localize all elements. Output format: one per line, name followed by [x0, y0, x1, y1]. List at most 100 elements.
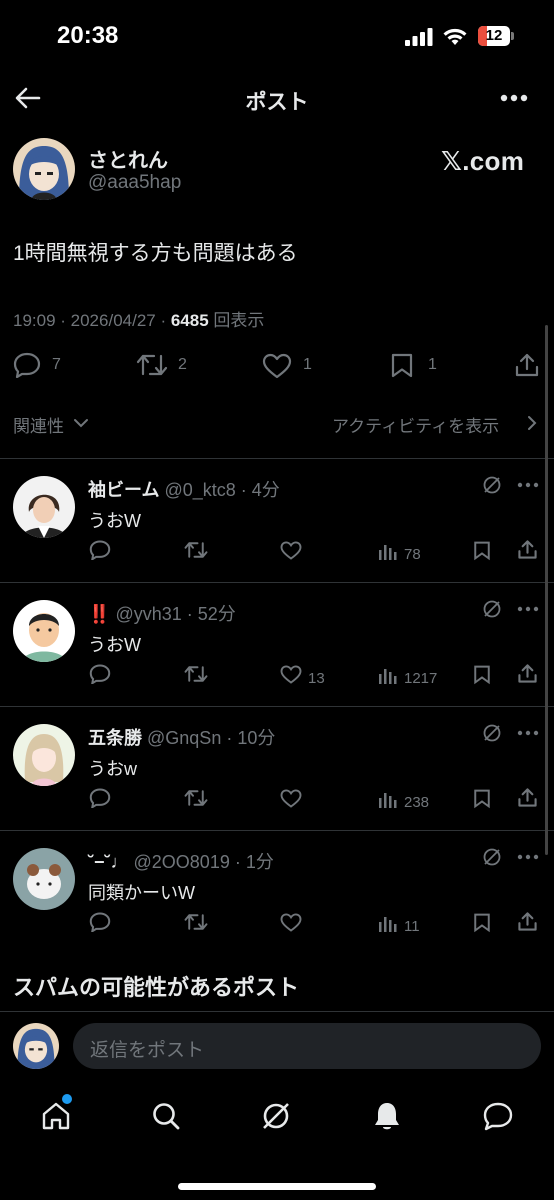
repost-icon[interactable] [184, 912, 208, 932]
home-notification-dot [62, 1094, 72, 1104]
reply-name: 袖ビーム [88, 480, 160, 500]
repost-icon[interactable] [184, 788, 208, 808]
grok-icon[interactable] [482, 475, 502, 495]
reply-text: 同類かーいW [88, 883, 195, 903]
reply-count: 7 [52, 356, 61, 373]
divider [0, 1011, 554, 1012]
reply-more-icon[interactable] [517, 730, 539, 736]
scrollbar[interactable] [545, 325, 548, 855]
battery-cap [511, 32, 514, 40]
reply-more-icon[interactable] [517, 482, 539, 488]
reply-more-icon[interactable] [517, 606, 539, 612]
reply-icon[interactable] [89, 788, 111, 808]
repost-icon[interactable] [184, 540, 208, 560]
reply-name: ‼️ [88, 604, 111, 624]
reply-text: うおw [88, 759, 137, 779]
share-icon[interactable] [517, 539, 538, 560]
grok-icon[interactable] [482, 847, 502, 867]
like-icon[interactable] [280, 541, 302, 560]
share-icon[interactable] [514, 352, 540, 378]
reply-text: うおW [88, 635, 141, 655]
reply-author[interactable]: ‼️ @yvh31 · 52分 [88, 600, 236, 626]
reply-more-icon[interactable] [517, 854, 539, 860]
reply-item[interactable]: 五条勝 @GnqSn · 10分 うおw 238 [0, 706, 554, 830]
author-handle[interactable]: @aaa5hap [88, 172, 181, 194]
reply-icon[interactable] [89, 540, 111, 560]
reply-icon[interactable] [89, 664, 111, 684]
like-icon[interactable] [280, 789, 302, 808]
chevron-down-icon[interactable] [73, 417, 89, 429]
reply-handle: @yvh31 · 52分 [115, 604, 236, 624]
views-icon[interactable] [378, 542, 398, 560]
my-avatar [13, 1023, 59, 1069]
like-icon[interactable] [280, 913, 302, 932]
repost-count: 2 [178, 356, 187, 373]
show-activity-link[interactable]: アクティビティを表示 [332, 412, 499, 437]
bookmark-icon[interactable] [473, 788, 491, 809]
reply-input[interactable]: 返信をポスト [73, 1023, 541, 1069]
reply-name: ˘−˘♩ [88, 852, 129, 872]
bookmark-icon[interactable] [473, 912, 491, 933]
sort-dropdown[interactable]: 関連性 [13, 412, 64, 437]
search-icon[interactable] [151, 1101, 181, 1131]
page-title: ポスト [245, 91, 309, 114]
bookmark-icon[interactable] [390, 352, 414, 379]
reply-name: 五条勝 [88, 728, 142, 748]
notifications-icon[interactable] [372, 1100, 402, 1132]
views-icon[interactable] [378, 666, 398, 684]
reply-icon[interactable] [13, 352, 41, 378]
like-count: 1 [303, 356, 312, 373]
reply-avatar[interactable] [13, 724, 75, 786]
messages-icon[interactable] [482, 1101, 514, 1131]
reply-view-count: 78 [404, 546, 421, 563]
sort-label: 関連性 [13, 417, 64, 436]
wifi-icon [443, 28, 467, 45]
reply-author[interactable]: 袖ビーム @0_ktc8 · 4分 [88, 476, 280, 502]
more-options-icon[interactable] [500, 94, 528, 102]
reply-view-count: 238 [404, 794, 430, 811]
author-avatar[interactable] [13, 138, 75, 200]
grok-icon[interactable] [261, 1101, 291, 1131]
status-time: 20:38 [57, 22, 119, 49]
reply-avatar[interactable] [13, 476, 75, 538]
reply-author[interactable]: ˘−˘♩ @2OO8019 · 1分 [88, 848, 274, 874]
reply-avatar[interactable] [13, 848, 75, 910]
view-count: 6485 [170, 311, 209, 330]
grok-icon[interactable] [482, 723, 502, 743]
reply-item[interactable]: 袖ビーム @0_ktc8 · 4分 うおW 78 [0, 458, 554, 582]
post-text: 1時間無視する方も問題はある [13, 242, 298, 265]
repost-icon[interactable] [136, 352, 168, 378]
like-icon[interactable] [280, 665, 302, 684]
share-icon[interactable] [517, 911, 538, 932]
chevron-right-icon[interactable] [526, 415, 538, 431]
reply-like-count: 13 [308, 670, 325, 687]
reply-handle: @2OO8019 · 1分 [133, 852, 274, 872]
reply-item[interactable]: ‼️ @yvh31 · 52分 うおW 13 1217 [0, 582, 554, 706]
reply-item[interactable]: ˘−˘♩ @2OO8019 · 1分 同類かーいW 11 [0, 830, 554, 954]
home-indicator [178, 1183, 376, 1190]
reply-avatar[interactable] [13, 600, 75, 662]
bookmark-icon[interactable] [473, 664, 491, 685]
reply-handle: @GnqSn · 10分 [147, 728, 276, 748]
bookmark-icon[interactable] [473, 540, 491, 561]
reply-handle: @0_ktc8 · 4分 [164, 480, 280, 500]
repost-icon[interactable] [184, 664, 208, 684]
views-icon[interactable] [378, 914, 398, 932]
share-icon[interactable] [517, 663, 538, 684]
views-icon[interactable] [378, 790, 398, 808]
reply-text: うおW [88, 511, 141, 531]
view-count-suffix: 回表示 [213, 311, 265, 330]
share-icon[interactable] [517, 787, 538, 808]
reply-author[interactable]: 五条勝 @GnqSn · 10分 [88, 724, 275, 750]
like-icon[interactable] [262, 353, 292, 379]
spam-section-title[interactable]: スパムの可能性があるポスト [13, 970, 299, 1002]
reply-input-placeholder: 返信をポスト [90, 1040, 205, 1061]
signal-icon [405, 28, 433, 46]
reply-icon[interactable] [89, 912, 111, 932]
author-name[interactable]: さとれん [88, 144, 168, 173]
home-icon[interactable] [41, 1101, 71, 1131]
reply-view-count: 1217 [404, 670, 438, 687]
battery-indicator: 12 [478, 26, 510, 46]
grok-icon[interactable] [482, 599, 502, 619]
post-timestamp: 19:09 · 2026/04/27 · [13, 311, 171, 330]
